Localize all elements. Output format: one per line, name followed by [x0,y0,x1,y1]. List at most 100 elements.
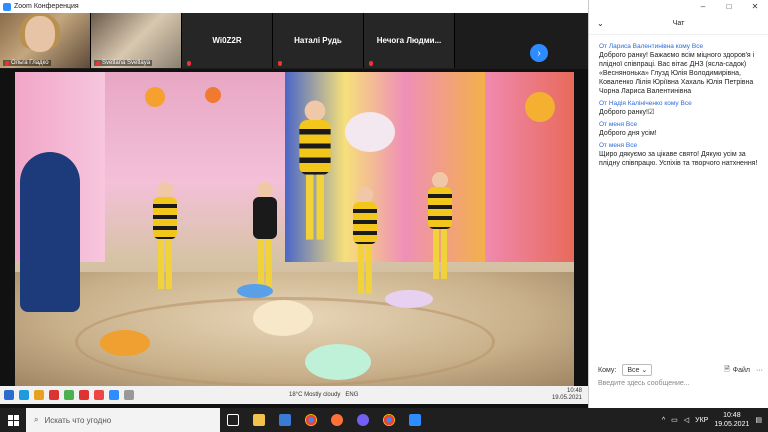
yandex-icon [94,390,104,400]
chat-message: От Лариса Валентинівна кому Все Доброго … [599,42,760,96]
flower-prop [385,290,433,308]
task-view-icon[interactable] [220,408,246,432]
opera-icon [79,390,89,400]
chat-title: Чат [672,20,685,27]
chat-messages: От Лариса Валентинівна кому Все Доброго … [589,35,768,168]
chat-message-input[interactable]: Введите здесь сообщение... [598,380,758,387]
maximize-button[interactable]: □ [716,0,742,13]
message-text: Доброго ранку! Бажаємо всім міцного здор… [599,52,755,95]
recipient-select[interactable]: Все ⌄ [622,364,653,376]
zoom-app-icon [3,2,11,11]
participant-strip: Ольга Гладко Svetlana Svetlaya Wi0Z2R На… [0,13,588,69]
participant-name: Нечога Людми... [376,36,442,45]
network-icon[interactable]: ▭ [671,416,678,424]
chevron-down-icon[interactable]: ⌄ [597,19,604,28]
child-bee [296,100,335,244]
settings-icon [124,390,134,400]
file-button[interactable]: 🗎 Файл [724,365,750,376]
participant-mic [367,61,375,66]
message-text: Доброго дня усім! [599,130,657,137]
child-bee [425,172,455,282]
skype-icon [19,390,29,400]
message-text: Доброго ранку!☑ [599,109,655,116]
shared-screen [15,72,574,386]
window-title: Zoom Конференция [14,3,79,10]
viber-icon[interactable] [350,408,376,432]
participant-face [25,16,55,52]
start-button[interactable] [0,408,26,432]
windows-taskbar: ⌕ Искать что угодно ^ ▭ ◁ УКР 10:48 19.05… [0,408,768,432]
participant-tile[interactable]: Нечога Людми... [364,13,455,68]
recipient-label: Кому: [598,366,617,374]
language-indicator[interactable]: УКР [695,417,708,424]
file-icon: 🗎 [724,365,730,373]
participant-mic [185,61,193,66]
participant-tile[interactable]: Wi0Z2R [182,13,273,68]
message-meta: От меня Все [599,142,638,149]
store-icon[interactable] [272,408,298,432]
windows-icon [4,390,14,400]
participant-tile[interactable]: Ольга Гладко [0,13,91,68]
participant-name: Wi0Z2R [212,36,242,45]
chevron-right-icon: › [537,47,541,59]
message-meta: От Лариса Валентинівна кому Все [599,43,704,50]
taskbar-clock[interactable]: 10:48 19.05.2021 [714,411,749,429]
decor-flower [525,92,555,122]
zoom-icon [109,390,119,400]
inner-clock: 10:48 19.05.2021 [551,388,582,401]
chat-header: ⌄ Чат [589,13,768,35]
adult-costume [20,152,80,312]
mic-muted-icon [278,61,282,66]
decor-flower [345,112,395,152]
close-button[interactable]: ✕ [742,0,768,13]
chat-message: От меня Все Доброго дня усім! [599,120,760,138]
file-explorer-icon[interactable] [246,408,272,432]
flower-prop [237,284,273,298]
notifications-icon[interactable]: ▤ [755,416,762,424]
chat-message: От меня Все Щиро дякуємо за цікаве свято… [599,141,760,168]
flower-prop [253,300,313,336]
recipient-row: Кому: Все ⌄ 🗎 Файл ··· [598,364,763,376]
child-bee [350,187,380,297]
participant-mic [276,61,284,66]
decor-flower [145,87,165,107]
participant-name-label: Svetlana Svetlaya [94,60,153,66]
message-meta: От меня Все [599,121,638,128]
minimize-button[interactable]: – [690,0,716,13]
taskbar-search[interactable]: ⌕ Искать что угодно [26,408,220,432]
participant-tile[interactable]: Svetlana Svetlaya [91,13,182,68]
decor-flower [205,87,221,103]
folder-icon [34,390,44,400]
zoom-icon[interactable] [402,408,428,432]
language-indicator: ENG [345,392,359,398]
search-icon: ⌕ [34,415,39,424]
window-controls: – □ ✕ [589,0,768,13]
next-participants-button[interactable]: › [530,44,548,62]
chat-panel: – □ ✕ ⌄ Чат От Лариса Валентинівна кому … [588,0,768,408]
participant-name-label: Ольга Гладко [3,60,51,66]
message-meta: От Надія Калініченко кому Все [599,100,692,107]
shared-screen-taskbar: 18°C Mostly cloudy ENG 10:48 19.05.2021 [0,386,588,404]
mic-muted-icon [187,61,191,66]
weather-text: 18°C Mostly cloudy [289,392,341,398]
opera-icon [49,390,59,400]
chrome-icon[interactable] [376,408,402,432]
chat-message: От Надія Калініченко кому Все Доброго ра… [599,99,760,117]
chrome-icon [64,390,74,400]
title-bar: Zoom Конференция [0,0,588,13]
search-placeholder: Искать что угодно [44,415,112,425]
tray-chevron-icon[interactable]: ^ [662,417,665,424]
firefox-icon[interactable] [324,408,350,432]
child-bee [250,182,278,292]
more-options-icon[interactable]: ··· [756,367,763,374]
system-tray: ^ ▭ ◁ УКР 10:48 19.05.2021 ▤ [662,411,768,429]
child-bee [150,182,180,292]
participant-name: Наталі Рудь [294,36,342,45]
participant-tile[interactable]: Наталі Рудь [273,13,364,68]
flower-prop [305,344,371,380]
message-text: Щиро дякуємо за цікаве свято! Дякую усім… [599,151,758,167]
flower-prop [100,330,150,356]
volume-icon[interactable]: ◁ [684,416,689,424]
chrome-icon[interactable] [298,408,324,432]
mic-muted-icon [369,61,373,66]
